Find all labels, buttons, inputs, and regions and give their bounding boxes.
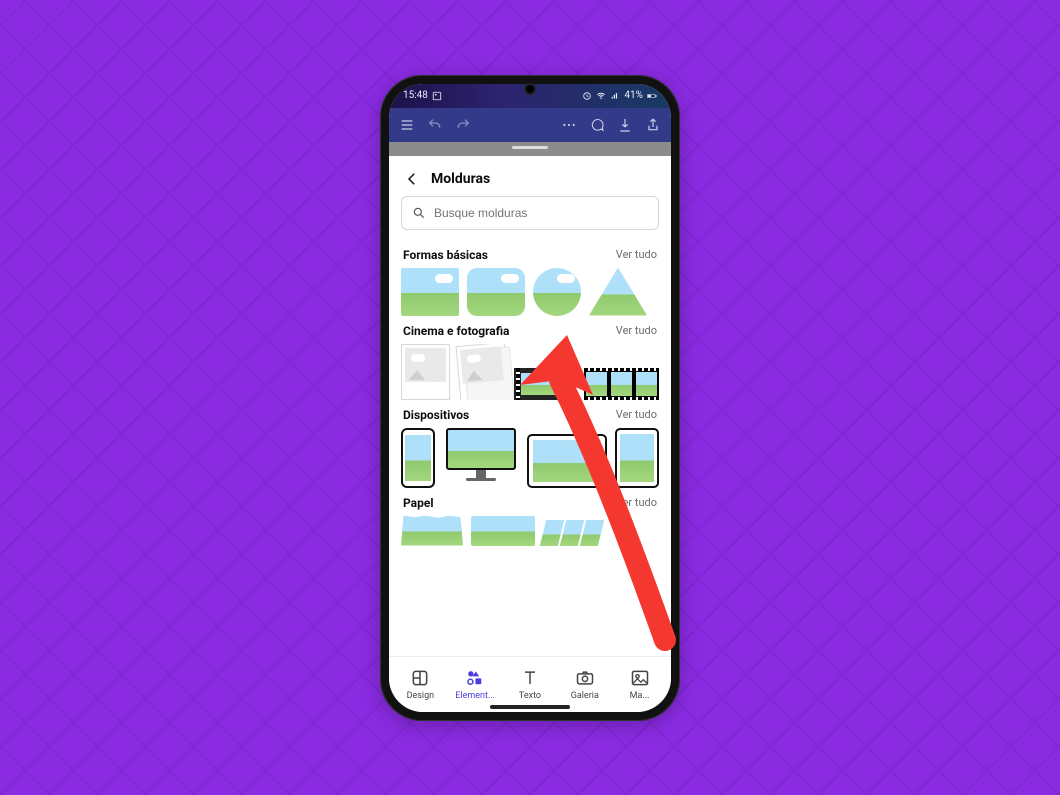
search-input[interactable] — [401, 196, 659, 230]
nav-label: Texto — [504, 691, 556, 701]
search-icon — [412, 206, 426, 220]
nav-gallery[interactable]: Galeria — [559, 668, 611, 701]
redo-icon[interactable] — [455, 117, 471, 133]
frame-phone[interactable] — [401, 428, 435, 488]
nav-more[interactable]: Ma... — [614, 668, 666, 701]
download-icon[interactable] — [617, 117, 633, 133]
section-title: Papel — [403, 496, 434, 510]
frame-rectangle[interactable] — [401, 268, 459, 316]
section-basic-shapes: Formas básicas Ver tudo — [401, 248, 659, 316]
picture-icon — [630, 668, 650, 688]
bottom-nav: Design Element... Texto — [389, 656, 671, 712]
shapes-icon — [465, 668, 485, 688]
frame-film-single[interactable] — [514, 368, 576, 400]
frame-tablet-portrait[interactable] — [615, 428, 659, 488]
layout-icon — [410, 668, 430, 688]
section-paper: Papel Ver tudo — [401, 496, 659, 546]
nav-label: Ma... — [614, 691, 666, 701]
section-title: Formas básicas — [403, 248, 488, 262]
elements-panel: Molduras Formas básicas Ver tudo — [389, 156, 671, 656]
section-devices: Dispositivos Ver tudo — [401, 408, 659, 488]
section-title: Cinema e fotografia — [403, 324, 509, 338]
see-all-link[interactable]: Ver tudo — [616, 408, 657, 421]
nav-label: Galeria — [559, 691, 611, 701]
see-all-link[interactable]: Ver tudo — [616, 496, 657, 509]
section-title: Dispositivos — [403, 408, 469, 422]
camera-punch-hole — [524, 83, 536, 95]
home-indicator — [490, 705, 570, 709]
see-all-link[interactable]: Ver tudo — [616, 324, 657, 337]
nav-text[interactable]: Texto — [504, 668, 556, 701]
frame-paper-wide[interactable] — [471, 516, 535, 546]
frame-circle[interactable] — [533, 268, 581, 316]
panel-title: Molduras — [431, 171, 490, 187]
signal-icon — [610, 91, 620, 101]
nav-label: Element... — [449, 691, 501, 701]
frame-triangle[interactable] — [589, 268, 647, 316]
phone-mockup: 15:48 41% — [380, 75, 680, 721]
nav-label: Design — [394, 691, 446, 701]
text-icon — [520, 668, 540, 688]
frame-polaroid[interactable] — [401, 344, 450, 400]
menu-icon[interactable] — [399, 117, 415, 133]
back-arrow-icon[interactable] — [403, 170, 421, 188]
nav-design[interactable]: Design — [394, 668, 446, 701]
comment-icon[interactable] — [589, 117, 605, 133]
undo-icon[interactable] — [427, 117, 443, 133]
frame-polaroid-stack[interactable] — [455, 344, 508, 400]
editor-toolbar — [389, 108, 671, 142]
nav-elements[interactable]: Element... — [449, 668, 501, 701]
battery-icon — [647, 91, 657, 101]
see-all-link[interactable]: Ver tudo — [616, 248, 657, 261]
frame-tablet-landscape[interactable] — [527, 434, 607, 488]
wifi-icon — [596, 91, 606, 101]
section-cinema-photo: Cinema e fotografia Ver tudo — [401, 324, 659, 400]
frame-film-strip[interactable] — [584, 368, 659, 400]
frame-paper-strips[interactable] — [543, 520, 603, 546]
frame-torn-paper[interactable] — [401, 516, 463, 546]
phone-screen: 15:48 41% — [389, 84, 671, 712]
search-field[interactable] — [434, 206, 648, 220]
share-icon[interactable] — [645, 117, 661, 133]
more-icon[interactable] — [561, 117, 577, 133]
drawer-handle-strip[interactable] — [389, 142, 671, 156]
status-time: 15:48 — [403, 90, 428, 101]
frame-imac[interactable] — [443, 428, 519, 488]
frame-rounded-square[interactable] — [467, 268, 525, 316]
status-battery: 41% — [624, 90, 643, 101]
camera-icon — [575, 668, 595, 688]
clock-icon — [582, 91, 592, 101]
image-icon — [432, 91, 442, 101]
